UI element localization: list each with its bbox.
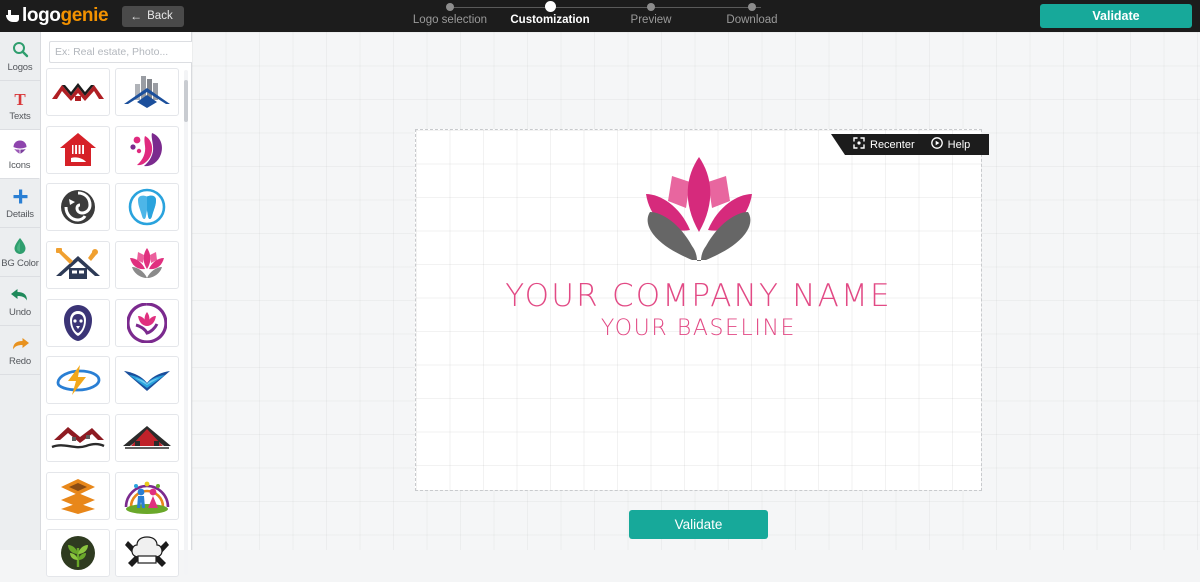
rail-item-details[interactable]: Details: [0, 179, 40, 228]
search-icon: [12, 40, 29, 60]
help-label: Help: [947, 138, 971, 151]
logo-artwork[interactable]: YOUR COMPANY NAME YOUR BASELINE: [416, 154, 981, 341]
brand-text-genie: genie: [60, 5, 109, 26]
back-button-label: Back: [147, 10, 173, 22]
thumbnail-lightning-bolt-logo[interactable]: [46, 356, 110, 405]
thumbnail-family-people-logo[interactable]: [115, 471, 179, 520]
thumbnail-scrollbar[interactable]: [184, 70, 188, 575]
toolbar-tail: [831, 134, 845, 155]
svg-text:T: T: [14, 90, 26, 107]
thumbnail-red-roof-wave-logo[interactable]: [46, 413, 110, 462]
arrow-left-icon: ←: [130, 9, 143, 23]
rail-item-label: Details: [6, 208, 34, 220]
logo-thumbnail-panel: [41, 32, 208, 578]
rail-item-label: Undo: [9, 306, 31, 318]
validate-button-top[interactable]: Validate: [1040, 4, 1192, 28]
thumbnail-lotus-circle-logo[interactable]: [115, 298, 179, 347]
thumbnail-city-buildings-logo[interactable]: [115, 68, 179, 116]
thumbnail-green-tree-logo[interactable]: [46, 529, 110, 578]
tool-rail: Logos T Texts Icons Details BG Color Und…: [0, 32, 41, 550]
help-button[interactable]: Help: [923, 137, 979, 152]
recenter-frame-icon: [853, 137, 865, 152]
rail-item-texts[interactable]: T Texts: [0, 81, 40, 130]
thumbnail-lion-head-logo[interactable]: [46, 298, 110, 347]
search-input[interactable]: [49, 41, 195, 63]
lotus-hands-logo-mark[interactable]: [628, 154, 770, 264]
thumbnail-house-roof-red-logo[interactable]: [115, 413, 179, 462]
rail-item-redo[interactable]: Redo: [0, 326, 40, 375]
top-bar: logo genie ← Back Logo selection Customi…: [0, 0, 1200, 32]
thumbnail-tooth-dental-logo[interactable]: [115, 183, 179, 232]
rail-item-bg-color[interactable]: BG Color: [0, 228, 40, 277]
droplet-icon: [13, 236, 27, 256]
brand-text-logo: logo: [22, 5, 61, 26]
thumbnail-hair-flower-logo[interactable]: [115, 125, 179, 174]
thumbnail-stacked-layers-logo[interactable]: [46, 471, 110, 520]
lamp-icon: [6, 9, 19, 23]
step-download[interactable]: Download: [692, 0, 812, 26]
rail-item-logos[interactable]: Logos: [0, 32, 40, 81]
brand-logo[interactable]: logo genie: [6, 5, 109, 27]
logo-workspace: YOUR COMPANY NAME YOUR BASELINE Recenter: [192, 32, 1200, 550]
step-label[interactable]: Download: [692, 14, 812, 26]
search-row: [49, 41, 208, 63]
canvas-toolbar: Recenter Help: [831, 134, 990, 155]
step-dot: [544, 1, 556, 12]
thumbnail-wings-blue-logo[interactable]: [115, 356, 179, 405]
logo-canvas[interactable]: YOUR COMPANY NAME YOUR BASELINE: [415, 129, 982, 491]
rail-item-undo[interactable]: Undo: [0, 277, 40, 326]
thumbnail-red-house-logo[interactable]: [46, 125, 110, 174]
text-t-icon: T: [12, 89, 28, 109]
rail-item-label: Redo: [9, 355, 31, 367]
step-dot: [446, 3, 454, 11]
rail-item-label: Icons: [8, 159, 31, 171]
step-dot: [748, 3, 756, 11]
logo-company-name[interactable]: YOUR COMPANY NAME: [505, 278, 892, 314]
recenter-button[interactable]: Recenter: [845, 137, 923, 152]
thumbnail-dragon-swirl-logo[interactable]: [46, 183, 110, 232]
undo-arrow-icon: [10, 285, 30, 305]
step-dot: [647, 3, 655, 11]
scrollbar-thumb[interactable]: [184, 80, 188, 122]
rail-item-label: Texts: [9, 110, 31, 122]
logo-baseline[interactable]: YOUR BASELINE: [601, 316, 796, 341]
plus-icon: [12, 187, 29, 207]
shapes-icon: [11, 138, 29, 158]
thumbnail-chef-hat-knives-logo[interactable]: [115, 529, 179, 578]
back-button[interactable]: ← Back: [122, 5, 184, 27]
step-progress: Logo selection Customization Preview Dow…: [410, 0, 800, 32]
rail-item-label: BG Color: [1, 257, 39, 269]
thumbnail-lotus-pink-logo[interactable]: [115, 240, 179, 289]
thumbnail-roof-peaks-logo[interactable]: [46, 68, 110, 116]
recenter-label: Recenter: [870, 138, 915, 151]
redo-arrow-icon: [10, 334, 30, 354]
play-circle-icon: [930, 137, 943, 152]
validate-button-bottom[interactable]: Validate: [629, 510, 768, 539]
thumbnail-grid: [46, 68, 186, 582]
rail-item-icons[interactable]: Icons: [0, 130, 40, 179]
rail-item-label: Logos: [7, 61, 33, 73]
thumbnail-roof-tools-logo[interactable]: [46, 240, 110, 289]
